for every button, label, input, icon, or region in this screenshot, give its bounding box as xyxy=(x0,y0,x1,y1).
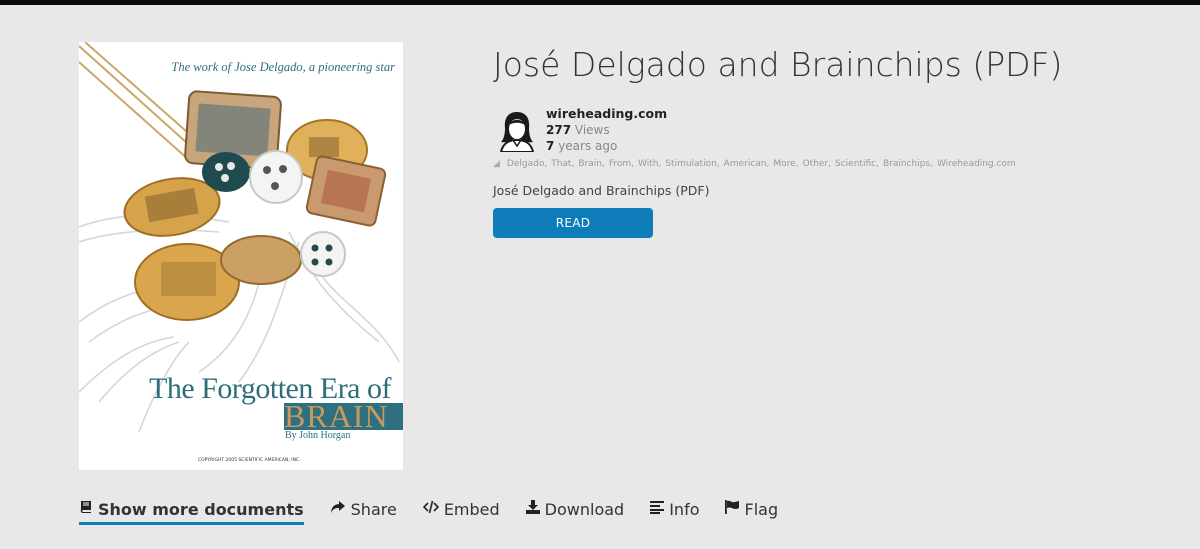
tag-icon: ◢ xyxy=(493,159,500,169)
tag-item[interactable]: Wireheading.com xyxy=(937,159,1016,169)
tag-item[interactable]: American xyxy=(724,159,770,169)
read-button[interactable]: READ xyxy=(493,208,653,238)
tag-item[interactable]: More xyxy=(773,159,798,169)
upload-age: 7 years ago xyxy=(546,139,617,153)
info-button[interactable]: Info xyxy=(650,498,699,520)
tag-item[interactable]: Stimulation xyxy=(665,159,719,169)
action-bar: Show more documents Share Embed Download… xyxy=(79,498,804,525)
views-count: 277 Views xyxy=(546,123,610,137)
flag-label: Flag xyxy=(744,499,779,519)
cover-byline: By John Horgan xyxy=(285,430,351,441)
user-avatar-icon[interactable] xyxy=(497,108,537,153)
document-description: José Delgado and Brainchips (PDF) xyxy=(493,183,710,198)
share-button[interactable]: Share xyxy=(330,498,397,520)
book-icon xyxy=(79,500,93,518)
age-label: years ago xyxy=(558,139,618,153)
age-number: 7 xyxy=(546,139,555,153)
info-label: Info xyxy=(669,499,700,519)
tag-list: ◢ Delgado That Brain From With Stimulati… xyxy=(493,159,1020,169)
tag-item[interactable]: Scientific xyxy=(835,159,879,169)
tag-item[interactable]: Other xyxy=(803,159,831,169)
show-more-documents-button[interactable]: Show more documents xyxy=(79,498,304,525)
share-label: Share xyxy=(350,499,397,519)
embed-button[interactable]: Embed xyxy=(422,498,500,520)
list-icon xyxy=(650,500,665,518)
download-icon xyxy=(525,500,540,518)
download-label: Download xyxy=(544,499,625,519)
code-icon xyxy=(422,500,439,518)
cover-tagline: The work of Jose Delgado, a pioneering s… xyxy=(171,60,395,74)
download-button[interactable]: Download xyxy=(525,498,625,520)
tag-item[interactable]: Brainchips xyxy=(883,159,933,169)
tag-item[interactable]: Delgado xyxy=(507,159,547,169)
tag-item[interactable]: With xyxy=(638,159,661,169)
top-bar xyxy=(0,0,1200,5)
views-number: 277 xyxy=(546,123,572,137)
cover-copyright: COPYRIGHT 2005 SCIENTIFIC AMERICAN, INC. xyxy=(198,458,301,463)
embed-label: Embed xyxy=(443,499,500,519)
tag-item[interactable]: From xyxy=(609,159,634,169)
flag-button[interactable]: Flag xyxy=(725,498,778,520)
show-more-documents-label: Show more documents xyxy=(98,499,304,519)
tag-item[interactable]: That xyxy=(551,159,574,169)
tag-item[interactable]: Brain xyxy=(578,159,604,169)
page-title: José Delgado and Brainchips (PDF) xyxy=(493,45,1063,84)
author-name-link[interactable]: wireheading.com xyxy=(546,106,667,121)
document-cover[interactable]: The work of Jose Delgado, a pioneering s… xyxy=(79,42,403,470)
share-icon xyxy=(330,500,346,518)
views-label: Views xyxy=(574,123,610,137)
flag-icon xyxy=(725,500,740,518)
